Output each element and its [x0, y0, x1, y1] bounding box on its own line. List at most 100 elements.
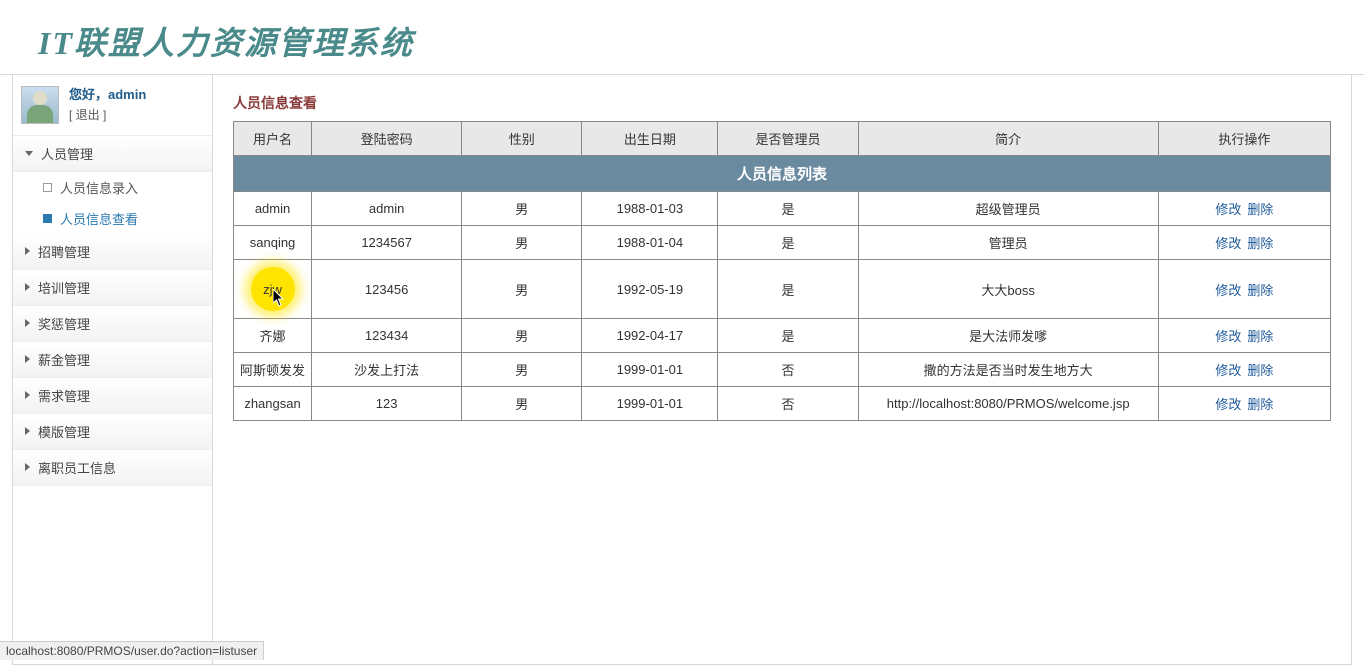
cell: sanqing [234, 226, 312, 260]
cell: 否 [718, 387, 858, 421]
table-row: 齐娜123434男1992-04-17是是大法师发嗲修改删除 [234, 319, 1331, 353]
bullet-icon [43, 214, 52, 223]
logout-link[interactable]: [ 退出 ] [69, 106, 146, 125]
col-header: 登陆密码 [312, 122, 462, 156]
menu-label: 需求管理 [38, 386, 90, 405]
cell: 男 [462, 226, 582, 260]
cell: 撒的方法是否当时发生地方大 [858, 353, 1158, 387]
action-cell: 修改删除 [1158, 353, 1330, 387]
menu-label: 培训管理 [38, 278, 90, 297]
menu-item-4[interactable]: 薪金管理 [13, 342, 212, 378]
menu-item-3[interactable]: 奖惩管理 [13, 306, 212, 342]
table-title: 人员信息列表 [234, 156, 1331, 192]
col-header: 性别 [462, 122, 582, 156]
chevron-right-icon [25, 247, 30, 255]
cell: 管理员 [858, 226, 1158, 260]
action-cell: 修改删除 [1158, 260, 1330, 319]
action-cell: 修改删除 [1158, 387, 1330, 421]
cell: 男 [462, 353, 582, 387]
delete-link[interactable]: 删除 [1247, 363, 1273, 378]
cell: 1999-01-01 [582, 353, 718, 387]
col-header: 简介 [858, 122, 1158, 156]
menu-item-6[interactable]: 模版管理 [13, 414, 212, 450]
edit-link[interactable]: 修改 [1215, 397, 1241, 412]
menu-item-2[interactable]: 培训管理 [13, 270, 212, 306]
action-cell: 修改删除 [1158, 226, 1330, 260]
cell: 是 [718, 260, 858, 319]
submenu-item-0-1[interactable]: 人员信息查看 [13, 203, 212, 234]
cell: 是 [718, 319, 858, 353]
cell: http://localhost:8080/PRMOS/welcome.jsp [858, 387, 1158, 421]
cell: 男 [462, 192, 582, 226]
menu-item-1[interactable]: 招聘管理 [13, 234, 212, 270]
menu-label: 离职员工信息 [38, 458, 116, 477]
page-heading: 人员信息查看 [233, 93, 1331, 113]
cell: 1988-01-04 [582, 226, 718, 260]
action-cell: 修改删除 [1158, 319, 1330, 353]
delete-link[interactable]: 删除 [1247, 236, 1273, 251]
table-row: sanqing1234567男1988-01-04是管理员修改删除 [234, 226, 1331, 260]
menu-item-0[interactable]: 人员管理 [13, 136, 212, 172]
greeting-text: 您好，admin [69, 85, 146, 106]
delete-link[interactable]: 删除 [1247, 283, 1273, 298]
menu-item-7[interactable]: 离职员工信息 [13, 450, 212, 486]
cursor-icon [273, 289, 285, 307]
user-table: 人员信息列表 用户名登陆密码性别出生日期是否管理员简介执行操作 adminadm… [233, 121, 1331, 421]
chevron-right-icon [25, 463, 30, 471]
cell: 齐娜 [234, 319, 312, 353]
col-header: 执行操作 [1158, 122, 1330, 156]
menu-label: 招聘管理 [38, 242, 90, 261]
cell: zhangsan [234, 387, 312, 421]
cell: 是 [718, 226, 858, 260]
menu-label: 模版管理 [38, 422, 90, 441]
chevron-right-icon [25, 355, 30, 363]
edit-link[interactable]: 修改 [1215, 363, 1241, 378]
table-row: zjw123456男1992-05-19是大大boss修改删除 [234, 260, 1331, 319]
cell: 1999-01-01 [582, 387, 718, 421]
cell: admin [312, 192, 462, 226]
col-header: 出生日期 [582, 122, 718, 156]
cell: 否 [718, 353, 858, 387]
cell: 是 [718, 192, 858, 226]
edit-link[interactable]: 修改 [1215, 283, 1241, 298]
cell: 1992-05-19 [582, 260, 718, 319]
submenu-label: 人员信息录入 [60, 178, 138, 197]
menu-label: 人员管理 [41, 144, 93, 163]
menu-label: 薪金管理 [38, 350, 90, 369]
delete-link[interactable]: 删除 [1247, 202, 1273, 217]
avatar [21, 86, 59, 124]
sidebar: 您好，admin [ 退出 ] 人员管理人员信息录入人员信息查看招聘管理培训管理… [13, 75, 213, 664]
col-header: 用户名 [234, 122, 312, 156]
edit-link[interactable]: 修改 [1215, 329, 1241, 344]
cell: 阿斯顿发发 [234, 353, 312, 387]
chevron-down-icon [25, 151, 33, 156]
submenu-item-0-0[interactable]: 人员信息录入 [13, 172, 212, 203]
cell: 是大法师发嗲 [858, 319, 1158, 353]
nav-menu: 人员管理人员信息录入人员信息查看招聘管理培训管理奖惩管理薪金管理需求管理模版管理… [13, 136, 212, 486]
edit-link[interactable]: 修改 [1215, 202, 1241, 217]
submenu-label: 人员信息查看 [60, 209, 138, 228]
cell: 1234567 [312, 226, 462, 260]
menu-item-5[interactable]: 需求管理 [13, 378, 212, 414]
cell: 大大boss [858, 260, 1158, 319]
edit-link[interactable]: 修改 [1215, 236, 1241, 251]
chevron-right-icon [25, 283, 30, 291]
table-row: adminadmin男1988-01-03是超级管理员修改删除 [234, 192, 1331, 226]
cell: 123456 [312, 260, 462, 319]
cell: 男 [462, 260, 582, 319]
delete-link[interactable]: 删除 [1247, 329, 1273, 344]
user-box: 您好，admin [ 退出 ] [13, 75, 212, 136]
cell: admin [234, 192, 312, 226]
chevron-right-icon [25, 391, 30, 399]
cell: 男 [462, 319, 582, 353]
chevron-right-icon [25, 319, 30, 327]
menu-label: 奖惩管理 [38, 314, 90, 333]
cell: 超级管理员 [858, 192, 1158, 226]
delete-link[interactable]: 删除 [1247, 397, 1273, 412]
chevron-right-icon [25, 427, 30, 435]
action-cell: 修改删除 [1158, 192, 1330, 226]
cell: 1992-04-17 [582, 319, 718, 353]
main-content: 人员信息查看 人员信息列表 用户名登陆密码性别出生日期是否管理员简介执行操作 a… [213, 75, 1351, 664]
cell: 1988-01-03 [582, 192, 718, 226]
cell: 沙发上打法 [312, 353, 462, 387]
